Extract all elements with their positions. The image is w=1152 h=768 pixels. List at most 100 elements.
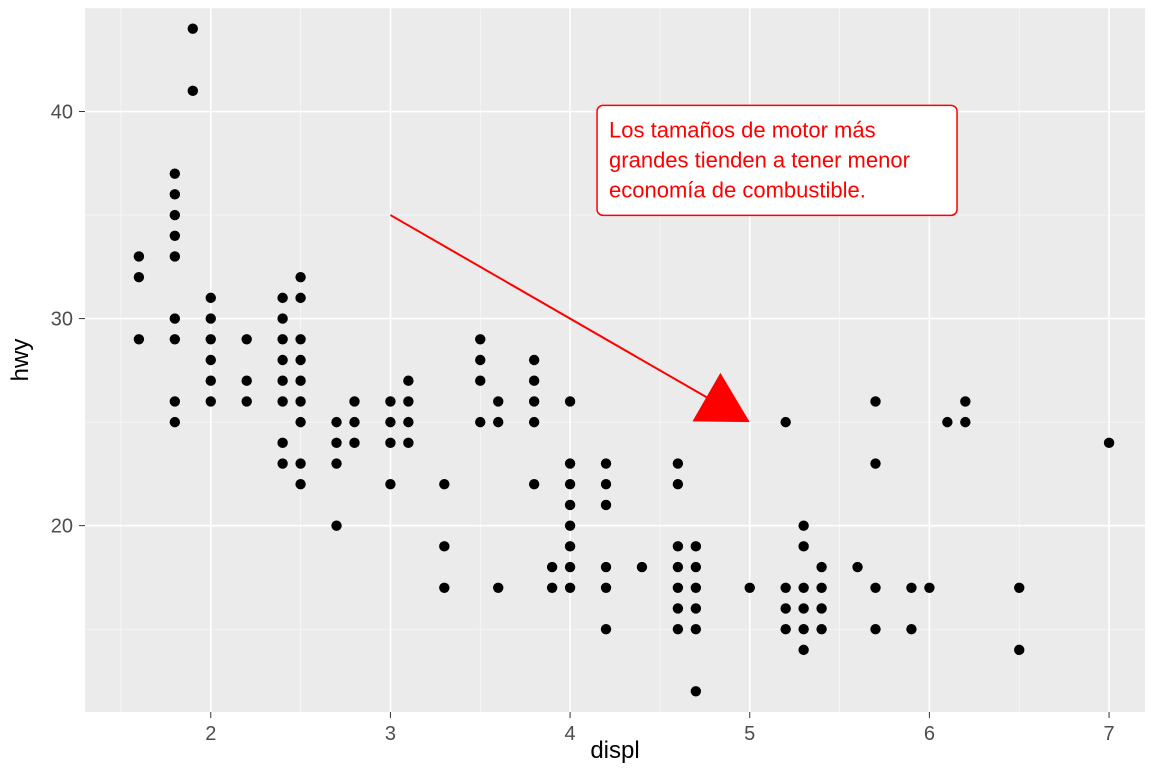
data-point <box>439 541 449 551</box>
data-point <box>852 562 862 572</box>
annotation-text-line: Los tamaños de motor más <box>609 117 876 142</box>
data-point <box>547 583 557 593</box>
data-point <box>277 376 287 386</box>
data-point <box>475 417 485 427</box>
data-point <box>798 624 808 634</box>
data-point <box>870 396 880 406</box>
data-point <box>601 624 611 634</box>
data-point <box>170 417 180 427</box>
y-axis-title: hwy <box>7 339 34 382</box>
data-point <box>277 334 287 344</box>
data-point <box>439 479 449 489</box>
annotation-text-line: grandes tienden a tener menor <box>609 147 910 172</box>
data-point <box>816 603 826 613</box>
data-point <box>170 251 180 261</box>
data-point <box>798 583 808 593</box>
data-point <box>403 417 413 427</box>
data-point <box>206 293 216 303</box>
data-point <box>170 168 180 178</box>
data-point <box>547 562 557 572</box>
data-point <box>601 583 611 593</box>
data-point <box>277 355 287 365</box>
data-point <box>673 562 683 572</box>
data-point <box>277 313 287 323</box>
data-point <box>134 334 144 344</box>
data-point <box>942 417 952 427</box>
data-point <box>780 624 790 634</box>
data-point <box>295 334 305 344</box>
data-point <box>206 334 216 344</box>
chart-svg: Los tamaños de motor más grandes tienden … <box>0 0 1152 768</box>
data-point <box>565 458 575 468</box>
data-point <box>295 458 305 468</box>
data-point <box>170 210 180 220</box>
data-point <box>565 562 575 572</box>
data-point <box>565 500 575 510</box>
data-point <box>691 603 701 613</box>
data-point <box>385 479 395 489</box>
data-point <box>1014 645 1024 655</box>
data-point <box>673 479 683 489</box>
data-point <box>601 479 611 489</box>
data-point <box>475 376 485 386</box>
data-point <box>134 251 144 261</box>
data-point <box>870 458 880 468</box>
annotation-text-line: economía de combustible. <box>609 177 866 202</box>
data-point <box>277 396 287 406</box>
data-point <box>295 479 305 489</box>
data-point <box>529 355 539 365</box>
data-point <box>295 355 305 365</box>
data-point <box>691 562 701 572</box>
data-point <box>601 500 611 510</box>
data-point <box>331 520 341 530</box>
data-point <box>206 355 216 365</box>
data-point <box>439 583 449 593</box>
data-point <box>601 458 611 468</box>
data-point <box>349 396 359 406</box>
data-point <box>565 479 575 489</box>
data-point <box>691 583 701 593</box>
data-point <box>170 313 180 323</box>
data-point <box>816 624 826 634</box>
data-point <box>691 541 701 551</box>
data-point <box>637 562 647 572</box>
x-tick-label: 3 <box>385 723 396 745</box>
data-point <box>475 355 485 365</box>
data-point <box>170 189 180 199</box>
data-point <box>960 396 970 406</box>
data-point <box>385 438 395 448</box>
data-point <box>331 417 341 427</box>
data-point <box>241 334 251 344</box>
data-point <box>673 583 683 593</box>
data-point <box>798 645 808 655</box>
data-point <box>565 396 575 406</box>
data-point <box>565 520 575 530</box>
data-point <box>206 376 216 386</box>
data-point <box>206 313 216 323</box>
data-point <box>906 583 916 593</box>
data-point <box>960 417 970 427</box>
data-point <box>780 583 790 593</box>
y-tick-label: 30 <box>51 309 73 331</box>
data-point <box>403 438 413 448</box>
data-point <box>241 396 251 406</box>
data-point <box>295 272 305 282</box>
data-point <box>565 541 575 551</box>
data-point <box>529 479 539 489</box>
scatter-chart: Los tamaños de motor más grandes tienden … <box>0 0 1152 768</box>
data-point <box>493 396 503 406</box>
data-point <box>349 438 359 448</box>
data-point <box>170 334 180 344</box>
data-point <box>385 417 395 427</box>
y-tick-label: 20 <box>51 516 73 538</box>
data-point <box>924 583 934 593</box>
data-point <box>493 583 503 593</box>
data-point <box>601 562 611 572</box>
data-point <box>403 396 413 406</box>
data-point <box>906 624 916 634</box>
data-point <box>691 686 701 696</box>
data-point <box>673 624 683 634</box>
data-point <box>565 583 575 593</box>
data-point <box>529 417 539 427</box>
data-point <box>673 603 683 613</box>
